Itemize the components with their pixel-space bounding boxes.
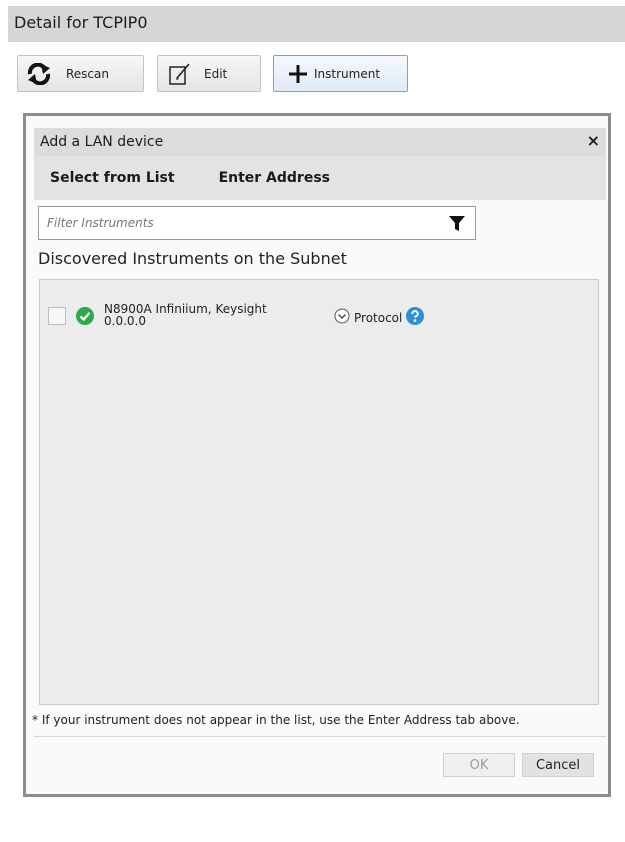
section-title: Discovered Instruments on the Subnet [38,249,347,268]
page-title: Detail for TCPIP0 [14,13,148,32]
cancel-button[interactable]: Cancel [522,753,594,777]
add-lan-device-dialog: Add a LAN device × Select from List Ente… [23,113,611,797]
edit-icon [168,62,192,86]
close-icon[interactable]: × [587,131,600,150]
window-header: Detail for TCPIP0 [8,6,625,42]
protocol-label: Protocol [354,310,403,325]
chevron-down-circle-icon [334,308,350,327]
add-instrument-button[interactable]: Instrument [273,55,408,92]
plus-icon [288,64,308,84]
dialog-titlebar: Add a LAN device × [34,128,606,156]
ok-button[interactable]: OK [443,753,515,777]
instrument-checkbox[interactable] [48,307,66,325]
filter-icon[interactable] [449,216,465,236]
instrument-address: 0.0.0.0 [104,314,146,328]
rescan-button[interactable]: Rescan [17,55,144,92]
instrument-list: N8900A Infiniium, Keysight 0.0.0.0 Proto… [39,279,599,705]
edit-button[interactable]: Edit [157,55,261,92]
check-circle-icon [76,307,94,329]
protocol-dropdown[interactable]: Protocol [334,307,425,328]
help-note: * If your instrument does not appear in … [32,713,520,727]
instrument-label: Instrument [314,66,381,81]
filter-box [38,206,476,240]
filter-instruments-input[interactable] [39,215,439,231]
dialog-title: Add a LAN device [40,134,164,150]
refresh-icon [26,62,52,85]
tab-select-from-list[interactable]: Select from List [50,170,175,186]
edit-label: Edit [204,66,228,81]
rescan-label: Rescan [66,66,109,81]
tab-enter-address[interactable]: Enter Address [219,170,330,186]
list-item[interactable]: N8900A Infiniium, Keysight 0.0.0.0 Proto… [40,280,598,340]
help-icon[interactable] [406,307,425,328]
divider [34,736,606,737]
dialog-tabs: Select from List Enter Address [34,156,606,200]
